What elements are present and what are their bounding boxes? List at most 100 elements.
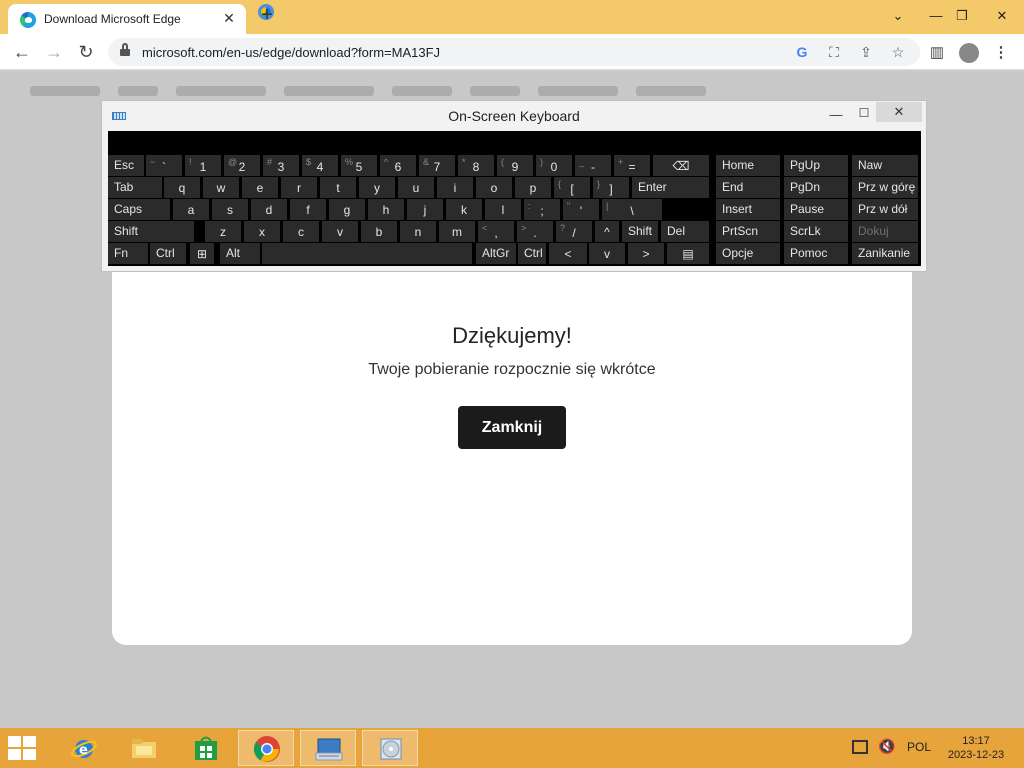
key-home[interactable]: Home [716,155,780,176]
key-opcje[interactable]: Opcje [716,243,780,264]
osk-titlebar[interactable]: On-Screen Keyboard — ☐ ✕ [102,101,926,131]
key-k[interactable]: k [446,199,482,220]
key-del[interactable]: Del [661,221,709,242]
key-pgdn[interactable]: PgDn [784,177,848,198]
key-ctrl[interactable]: Ctrl [150,243,186,264]
taskbar-osk-icon[interactable] [300,730,356,766]
key-pause[interactable]: Pause [784,199,848,220]
key-fn[interactable]: Fn [108,243,148,264]
share-icon[interactable]: ⇪ [856,42,876,62]
key-l[interactable]: l [485,199,521,220]
profile-avatar-icon[interactable] [958,42,980,64]
key-symbol-3-8[interactable]: <, [478,221,514,242]
key-shift[interactable]: Shift [108,221,194,242]
key-g[interactable]: g [329,199,365,220]
key-symbol-0-13[interactable]: + = [614,155,650,176]
back-button[interactable]: ← [10,40,34,64]
key-symbol-4-2[interactable]: ⊞ [190,243,214,264]
key-d[interactable]: d [251,199,287,220]
new-tab-button[interactable]: + [256,5,278,27]
key-8[interactable]: * 8 [458,155,494,176]
start-button[interactable] [8,736,38,760]
key-pomoc[interactable]: Pomoc [784,243,848,264]
key-prtscn[interactable]: PrtScn [716,221,780,242]
key-symbol-4-9[interactable]: > [628,243,664,264]
key-scrlk[interactable]: ScrLk [784,221,848,242]
key-insert[interactable]: Insert [716,199,780,220]
taskbar-file-explorer-icon[interactable] [116,730,172,766]
key-m[interactable]: m [439,221,475,242]
taskbar-disc-app-icon[interactable] [362,730,418,766]
key-prz-w-d--[interactable]: Prz w dół [852,199,918,220]
key-ctrl[interactable]: Ctrl [518,243,546,264]
key-c[interactable]: c [283,221,319,242]
address-bar[interactable]: microsoft.com/en-us/edge/download?form=M… [108,38,920,66]
network-icon[interactable] [852,740,868,754]
tab-search-icon[interactable]: ⌄ [882,2,914,30]
key-4[interactable]: $4 [302,155,338,176]
key-r[interactable]: r [281,177,317,198]
key-symbol-4-10[interactable]: ▤ [667,243,709,264]
key-symbol-2-12[interactable]: | \ [602,199,662,220]
lock-icon[interactable] [120,43,130,57]
key-shift[interactable]: Shift [622,221,658,242]
osk-minimize-button[interactable]: — [824,105,848,125]
translate-icon[interactable]: ⛶ [824,42,844,62]
key-alt[interactable]: Alt [220,243,260,264]
key-symbol-2-11[interactable]: " ' [563,199,599,220]
key-symbol-4-7[interactable]: < [549,243,587,264]
key-e[interactable]: e [242,177,278,198]
key-q[interactable]: q [164,177,200,198]
maximize-button[interactable]: ❐ [946,2,978,30]
key-symbol-0-12[interactable]: _ - [575,155,611,176]
key-z[interactable]: z [205,221,241,242]
key-zanikanie[interactable]: Zanikanie [852,243,918,264]
key-symbol-1-12[interactable]: }] [593,177,629,198]
tab-download-edge[interactable]: Download Microsoft Edge ✕ [8,4,246,34]
osk-close-button[interactable]: ✕ [876,102,922,122]
key-symbol-0-14[interactable]: ⌫ [653,155,709,176]
key-symbol-3-9[interactable]: >. [517,221,553,242]
taskbar-chrome-icon[interactable] [238,730,294,766]
key-t[interactable]: t [320,177,356,198]
sound-muted-icon[interactable]: 🔇 [878,738,895,755]
key-2[interactable]: @2 [224,155,260,176]
key-symbol-1-11[interactable]: {[ [554,177,590,198]
key-v[interactable]: v [589,243,625,264]
key-h[interactable]: h [368,199,404,220]
key-pgup[interactable]: PgUp [784,155,848,176]
url-text[interactable]: microsoft.com/en-us/edge/download?form=M… [142,45,440,60]
forward-button[interactable]: → [42,40,66,64]
key-symbol-2-10[interactable]: :; [524,199,560,220]
side-panel-icon[interactable]: ▥ [926,42,948,64]
key-symbol-3-10[interactable]: ? / [556,221,592,242]
key-i[interactable]: i [437,177,473,198]
key-dokuj[interactable]: Dokuj [852,221,918,242]
key-7[interactable]: & 7 [419,155,455,176]
key-1[interactable]: ! 1 [185,155,221,176]
key-x[interactable]: x [244,221,280,242]
clock[interactable]: 13:17 2023-12-23 [944,734,1008,762]
menu-kebab-icon[interactable]: ⋮ [990,42,1012,64]
key-s[interactable]: s [212,199,248,220]
key-u[interactable]: u [398,177,434,198]
key-0[interactable]: ) 0 [536,155,572,176]
key-b[interactable]: b [361,221,397,242]
key-end[interactable]: End [716,177,780,198]
taskbar-ie-icon[interactable]: e [56,730,112,766]
key-o[interactable]: o [476,177,512,198]
key-naw[interactable]: Naw [852,155,918,176]
key-esc[interactable]: Esc [108,155,144,176]
key-9[interactable]: (9 [497,155,533,176]
key-n[interactable]: n [400,221,436,242]
key-enter[interactable]: Enter [632,177,709,198]
key-f[interactable]: f [290,199,326,220]
tab-close-icon[interactable]: ✕ [220,9,238,27]
key-v[interactable]: v [322,221,358,242]
key-a[interactable]: a [173,199,209,220]
reload-button[interactable]: ↻ [74,40,98,64]
google-icon[interactable]: G [792,42,812,62]
key-j[interactable]: j [407,199,443,220]
close-window-button[interactable]: ✕ [986,2,1018,30]
key-symbol-0-1[interactable]: ~ ` [146,155,182,176]
